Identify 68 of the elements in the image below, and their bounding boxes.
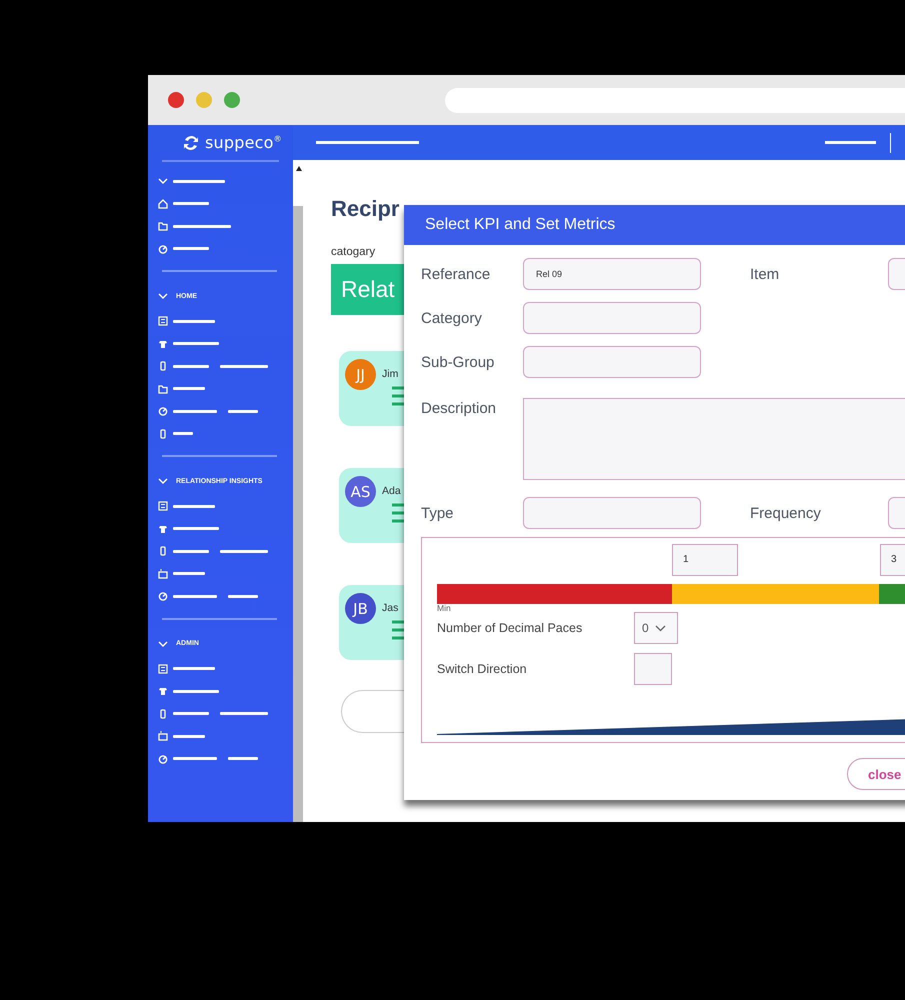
- box-icon: [158, 568, 168, 579]
- scroll-up-icon[interactable]: [296, 166, 302, 171]
- lines-icon: [392, 502, 404, 524]
- input-field[interactable]: [523, 302, 701, 334]
- contact-card[interactable]: JB Jas: [339, 585, 404, 660]
- field-label: Referance: [421, 266, 492, 282]
- gauge-icon: [158, 591, 168, 602]
- shirt-icon: [158, 524, 168, 534]
- phone-icon: [158, 708, 168, 719]
- lines-icon: [392, 619, 404, 641]
- contact-card[interactable]: JJ Jim: [339, 351, 404, 426]
- chevron-icon: [158, 176, 168, 186]
- phone-icon: [158, 546, 168, 556]
- decimal-label: Number of Decimal Paces: [437, 621, 584, 635]
- page-title: Recipr: [331, 196, 400, 222]
- category-label: catogary: [331, 246, 376, 258]
- phone-icon: [158, 361, 168, 372]
- field-label: Sub-Group: [421, 354, 496, 370]
- contact-card[interactable]: AS Ada: [339, 468, 404, 543]
- field-label: Description: [421, 399, 498, 417]
- logo-icon: [182, 134, 200, 152]
- decimal-dropdown[interactable]: 0: [634, 612, 678, 644]
- list-icon: [158, 664, 168, 674]
- contact-name: Jas: [382, 602, 398, 614]
- gauge-icon: [158, 754, 168, 764]
- folder-icon: [158, 384, 168, 394]
- folder-icon: [158, 221, 168, 232]
- shirt-icon: [158, 338, 168, 349]
- list-icon: [158, 501, 168, 512]
- shirt-icon: [158, 686, 168, 696]
- avatar: JB: [345, 593, 376, 624]
- min-label: Min: [437, 604, 451, 613]
- brand-name: suppeco$^{®}$: [205, 133, 282, 152]
- dialog-title: Select KPI and Set Metrics: [404, 205, 905, 245]
- field-label: Item: [750, 266, 780, 282]
- category-banner: Relat: [331, 264, 404, 315]
- scrollbar[interactable]: [293, 206, 303, 822]
- switch-direction-box[interactable]: [634, 653, 672, 685]
- field-label: Category: [421, 310, 483, 326]
- box-icon: [158, 731, 168, 742]
- input-field[interactable]: [523, 497, 701, 529]
- switch-label: Switch Direction: [437, 662, 528, 676]
- phone-icon: [158, 428, 168, 439]
- contact-name: Ada: [382, 485, 401, 497]
- gauge-icon: [158, 406, 168, 416]
- threshold-field[interactable]: 3: [880, 544, 905, 576]
- contact-name: Jim: [382, 368, 398, 380]
- lines-icon: [392, 385, 404, 407]
- chevron-icon: [158, 638, 168, 648]
- avatar: JJ: [345, 359, 376, 390]
- window-dot[interactable]: [196, 92, 212, 108]
- field-label: Type: [421, 504, 455, 522]
- chevron-icon: [158, 291, 168, 301]
- description-field[interactable]: [523, 398, 905, 480]
- window-dot[interactable]: [224, 92, 240, 108]
- gauge-icon: [158, 244, 168, 254]
- window-dot[interactable]: [168, 92, 184, 108]
- input-field[interactable]: Rel 09: [523, 258, 701, 290]
- field-label: Frequency: [750, 504, 822, 522]
- avatar: AS: [345, 476, 376, 507]
- caret-icon: [654, 624, 666, 632]
- placeholder-bar: [824, 141, 876, 144]
- home-icon: [158, 198, 168, 209]
- list-icon: [158, 316, 168, 326]
- input-field[interactable]: [523, 346, 701, 378]
- close-button[interactable]: close: [847, 758, 905, 790]
- chevron-icon: [158, 476, 168, 486]
- threshold-field[interactable]: 1: [672, 544, 738, 576]
